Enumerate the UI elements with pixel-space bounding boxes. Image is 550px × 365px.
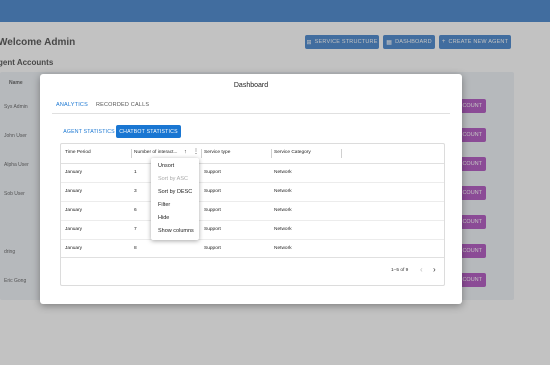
column-separator[interactable] xyxy=(201,149,202,158)
cell-service-type: Support xyxy=(204,246,221,251)
table-row[interactable]: January 7 Support Network xyxy=(61,221,444,240)
cell-time-period: January xyxy=(65,227,83,232)
tab-recorded-calls[interactable]: RECORDED CALLS xyxy=(92,100,153,114)
column-separator[interactable] xyxy=(341,149,342,158)
cell-number: 3 xyxy=(134,189,137,194)
next-page-icon[interactable]: › xyxy=(433,264,436,276)
dashboard-dialog: Dashboard ANALYTICS RECORDED CALLS AGENT… xyxy=(40,74,462,304)
previous-page-icon[interactable]: ‹ xyxy=(420,264,423,276)
cell-service-type: Support xyxy=(204,208,221,213)
menu-item-show-columns[interactable]: Show columns xyxy=(158,228,194,234)
cell-number: 6 xyxy=(134,208,137,213)
menu-item-unsort[interactable]: Unsort xyxy=(158,163,174,169)
cell-number: 8 xyxy=(134,246,137,251)
cell-service-category: Network xyxy=(274,189,292,194)
tab-analytics[interactable]: ANALYTICS xyxy=(52,100,92,114)
dialog-title: Dashboard xyxy=(233,82,269,89)
menu-item-sort-asc[interactable]: Sort by ASC xyxy=(158,176,188,182)
column-header-number-of-interactions[interactable]: Number of interact... xyxy=(134,150,177,155)
menu-item-hide[interactable]: Hide xyxy=(158,215,169,221)
sort-ascending-icon[interactable]: ↑ xyxy=(184,149,187,155)
tab-divider xyxy=(52,113,450,114)
menu-item-sort-desc[interactable]: Sort by DESC xyxy=(158,189,192,195)
column-menu: Unsort Sort by ASC Sort by DESC Filter H… xyxy=(151,158,199,240)
column-header-time-period[interactable]: Time Period xyxy=(65,150,91,155)
cell-service-category: Network xyxy=(274,227,292,232)
cell-service-category: Network xyxy=(274,208,292,213)
cell-time-period: January xyxy=(65,189,83,194)
menu-item-filter[interactable]: Filter xyxy=(158,202,170,208)
chatbot-statistics-button[interactable]: CHATBOT STATISTICS xyxy=(116,125,181,138)
grid-header-row: Time Period Number of interact... ↑ ⋮ Se… xyxy=(61,144,444,164)
grid-footer: 1–5 of 9 ‹ › xyxy=(61,257,444,285)
cell-service-category: Network xyxy=(274,170,292,175)
cell-number: 1 xyxy=(134,170,137,175)
column-separator[interactable] xyxy=(131,149,132,158)
pagination-range: 1–5 of 9 xyxy=(391,268,409,273)
cell-service-type: Support xyxy=(204,227,221,232)
cell-service-type: Support xyxy=(204,170,221,175)
cell-number: 7 xyxy=(134,227,137,232)
cell-service-type: Support xyxy=(204,189,221,194)
table-row[interactable]: January 6 Support Network xyxy=(61,202,444,221)
dialog-tabs: ANALYTICS RECORDED CALLS xyxy=(52,100,153,114)
cell-time-period: January xyxy=(65,170,83,175)
cell-service-category: Network xyxy=(274,246,292,251)
chatbot-statistics-grid: Time Period Number of interact... ↑ ⋮ Se… xyxy=(60,143,445,286)
cell-time-period: January xyxy=(65,208,83,213)
column-header-service-category[interactable]: Service Category xyxy=(274,150,311,155)
table-row[interactable]: January 3 Support Network xyxy=(61,183,444,202)
column-separator[interactable] xyxy=(271,149,272,158)
column-header-service-type[interactable]: Service type xyxy=(204,150,230,155)
table-row[interactable]: January 1 Support Network xyxy=(61,164,444,183)
cell-time-period: January xyxy=(65,246,83,251)
agent-statistics-button[interactable]: AGENT STATISTICS xyxy=(60,125,118,138)
column-menu-icon[interactable]: ⋮ xyxy=(193,148,199,155)
